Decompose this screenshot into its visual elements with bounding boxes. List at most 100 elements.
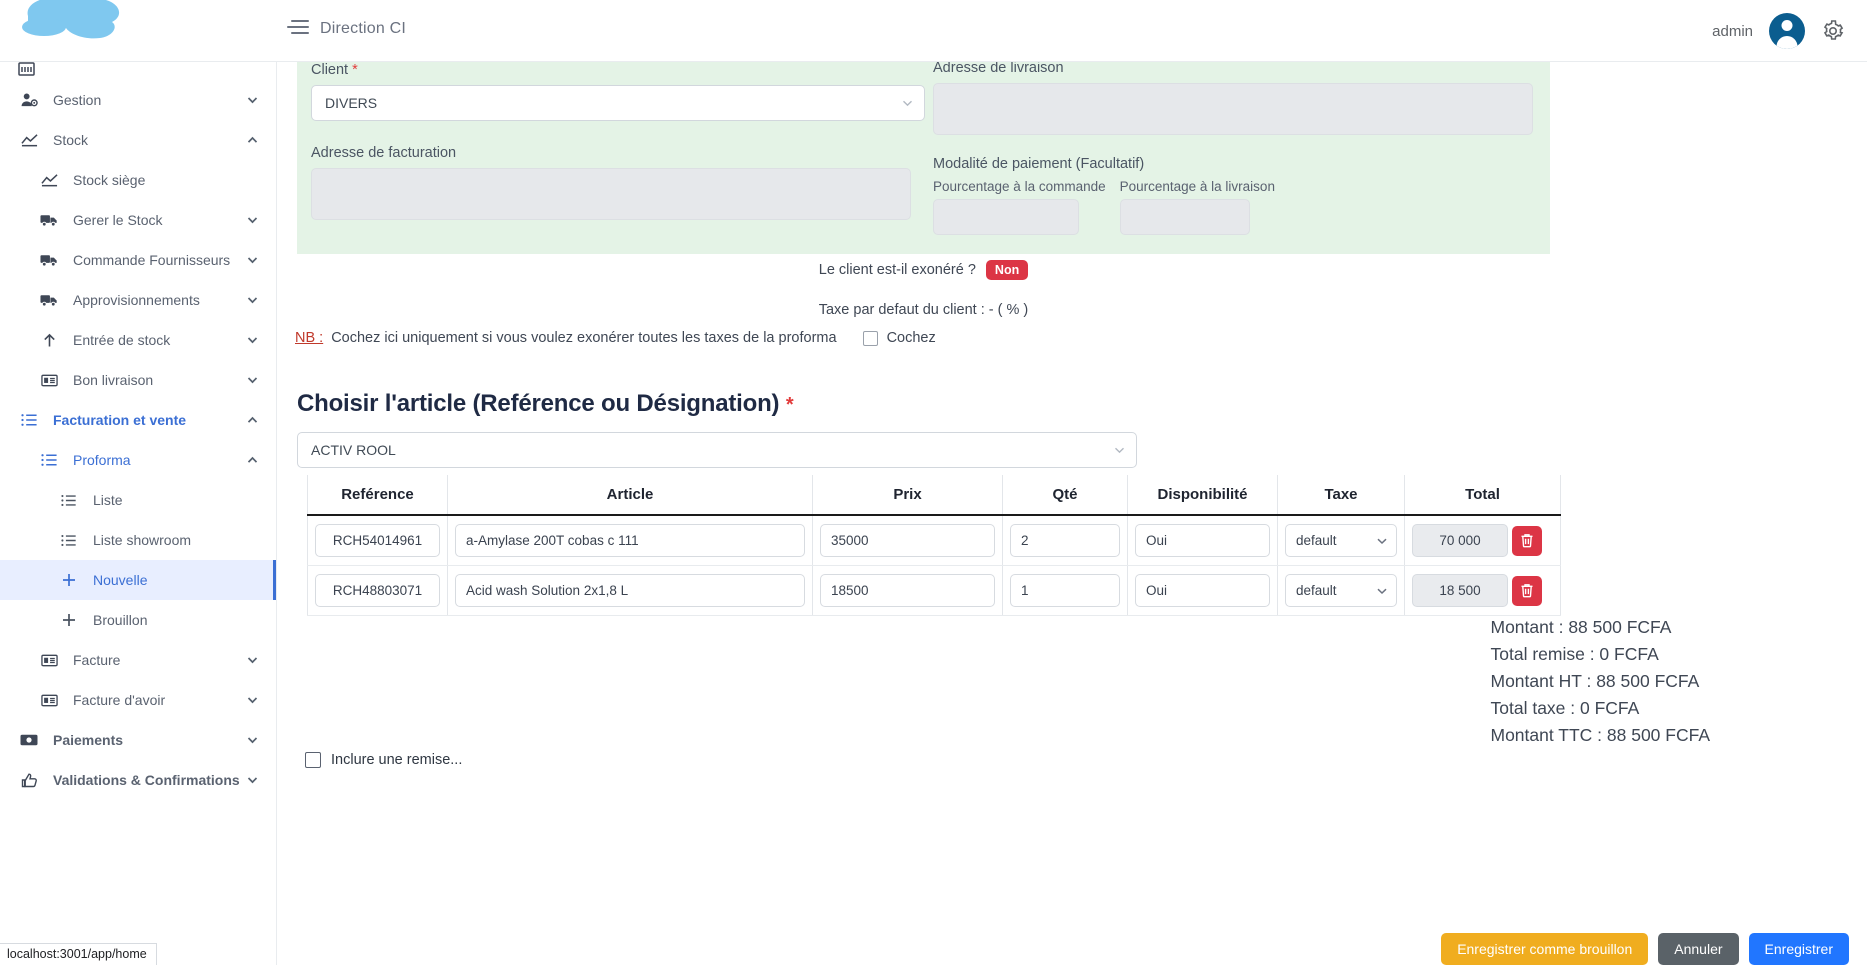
taxe-select[interactable]: default [1285,524,1397,557]
chevron-up-icon[interactable] [246,454,259,467]
prix-input[interactable]: 18500 [820,574,995,607]
sidebar-item-label: Facture [73,652,120,668]
taxe-select[interactable]: default [1285,574,1397,607]
chevron-down-icon[interactable] [246,774,259,787]
chevron-up-icon[interactable] [246,134,259,147]
sidebar-item-partial-top[interactable] [0,62,276,80]
top-bar: Direction CI admin [0,0,1867,62]
invoice-icon [38,371,60,389]
sidebar-item-facturation-et-vente[interactable]: Facturation et vente [0,400,276,440]
chevron-down-icon[interactable] [246,654,259,667]
nb-checkbox-group[interactable]: Cochez [863,330,936,346]
article-select-value: ACTIV ROOL [311,442,396,458]
pct-order-group: Pourcentage à la commande [933,179,1106,235]
article-section-title: Choisir l'article (Reférence ou Désignat… [297,390,793,418]
chevron-down-icon [1113,444,1126,457]
logo-redacted [14,0,142,50]
qte-input[interactable]: 2 [1010,524,1120,557]
sidebar-item-commande-fournisseurs[interactable]: Commande Fournisseurs [0,240,276,280]
taxe-select-value: default [1296,583,1337,598]
cancel-button[interactable]: Annuler [1658,933,1738,965]
prix-input[interactable]: 35000 [820,524,995,557]
chevron-down-icon[interactable] [246,254,259,267]
disponibilite-input[interactable]: Oui [1135,524,1270,557]
sidebar-item-label: Nouvelle [93,572,147,588]
col-header-total: Total [1405,475,1561,515]
sidebar-item-label: Facturation et vente [53,412,186,428]
form-column-right: Adresse de livraison Modalité de paiemen… [933,62,1536,235]
save-draft-button[interactable]: Enregistrer comme brouillon [1441,933,1648,965]
exonerate-all-checkbox[interactable] [863,331,878,346]
form-column-left: Client * DIVERS Adresse de facturation [311,62,925,220]
list-icon [58,531,80,549]
sidebar-item-approvisionnements[interactable]: Approvisionnements [0,280,276,320]
chevron-down-icon[interactable] [246,734,259,747]
save-button[interactable]: Enregistrer [1749,933,1849,965]
sidebar-item-validations-confirmations[interactable]: Validations & Confirmations [0,760,276,800]
cell-disponibilite: Oui [1128,515,1278,566]
include-discount-checkbox[interactable] [305,752,321,768]
chevron-down-icon[interactable] [246,214,259,227]
col-header-qte: Qté [1003,475,1128,515]
sidebar[interactable]: Gestion Stock Stock sièg [0,62,277,965]
hamburger-menu-icon[interactable] [287,20,309,40]
discount-row[interactable]: Inclure une remise... [305,752,462,768]
sidebar-item-label: Facture d'avoir [73,692,165,708]
sidebar-item-label: Validations & Confirmations [53,772,240,788]
sidebar-item-nouvelle[interactable]: Nouvelle [0,560,276,600]
sidebar-item-facture[interactable]: Facture [0,640,276,680]
sidebar-item-gerer-le-stock[interactable]: Gerer le Stock [0,200,276,240]
disponibilite-input[interactable]: Oui [1135,574,1270,607]
reference-input[interactable]: RCH54014961 [315,524,440,557]
pct-delivery-input[interactable] [1120,199,1250,235]
chevron-down-icon[interactable] [246,374,259,387]
chevron-down-icon[interactable] [246,694,259,707]
action-buttons: Enregistrer comme brouillon Annuler Enre… [1441,933,1849,965]
total-line-montant-ht: Montant HT : 88 500 FCFA [1491,668,1711,695]
article-select[interactable]: ACTIV ROOL [297,432,1137,468]
sidebar-item-facture-davoir[interactable]: Facture d'avoir [0,680,276,720]
chevron-up-icon[interactable] [246,414,259,427]
sidebar-item-bon-livraison[interactable]: Bon livraison [0,360,276,400]
article-input[interactable]: a-Amylase 200T cobas c 111 [455,524,805,557]
sidebar-item-label: Liste [93,492,123,508]
reference-input[interactable]: RCH48803071 [315,574,440,607]
delivery-address-textarea[interactable] [933,83,1533,135]
trash-icon[interactable] [1512,576,1542,606]
sidebar-item-label: Bon livraison [73,372,153,388]
plus-icon [58,571,80,589]
cell-article: Acid wash Solution 2x1,8 L [448,566,813,616]
total-line-taxe: Total taxe : 0 FCFA [1491,695,1711,722]
billing-address-textarea[interactable] [311,168,911,220]
truck-icon [38,211,60,229]
sidebar-item-label: Commande Fournisseurs [73,252,230,268]
chevron-down-icon[interactable] [246,294,259,307]
sidebar-item-liste[interactable]: Liste [0,480,276,520]
total-input: 70 000 [1412,524,1508,557]
sidebar-item-entree-de-stock[interactable]: Entrée de stock [0,320,276,360]
pct-order-input[interactable] [933,199,1079,235]
article-input[interactable]: Acid wash Solution 2x1,8 L [455,574,805,607]
cell-total: 70 000 [1405,515,1561,566]
sidebar-item-proforma[interactable]: Proforma [0,440,276,480]
sidebar-item-stock-siege[interactable]: Stock siège [0,160,276,200]
sidebar-item-liste-showroom[interactable]: Liste showroom [0,520,276,560]
truck-icon [38,291,60,309]
sidebar-item-stock[interactable]: Stock [0,120,276,160]
default-tax-row: Taxe par defaut du client : - ( % ) [297,302,1550,318]
cell-taxe: default [1278,566,1405,616]
chevron-down-icon[interactable] [246,94,259,107]
sidebar-item-brouillon[interactable]: Brouillon [0,600,276,640]
main-content: Client * DIVERS Adresse de facturation A… [277,62,1867,965]
user-avatar-icon[interactable] [1769,13,1805,49]
sidebar-item-paiements[interactable]: Paiements [0,720,276,760]
items-table-body: RCH54014961 a-Amylase 200T cobas c 111 3… [308,515,1561,616]
qte-input[interactable]: 1 [1010,574,1120,607]
trash-icon[interactable] [1512,526,1542,556]
sidebar-item-gestion[interactable]: Gestion [0,80,276,120]
nb-text: Cochez ici uniquement si vous voulez exo… [331,330,836,346]
chevron-down-icon[interactable] [246,334,259,347]
client-select[interactable]: DIVERS [311,85,925,121]
invoice-icon [38,691,60,709]
gear-icon[interactable] [1821,19,1845,43]
